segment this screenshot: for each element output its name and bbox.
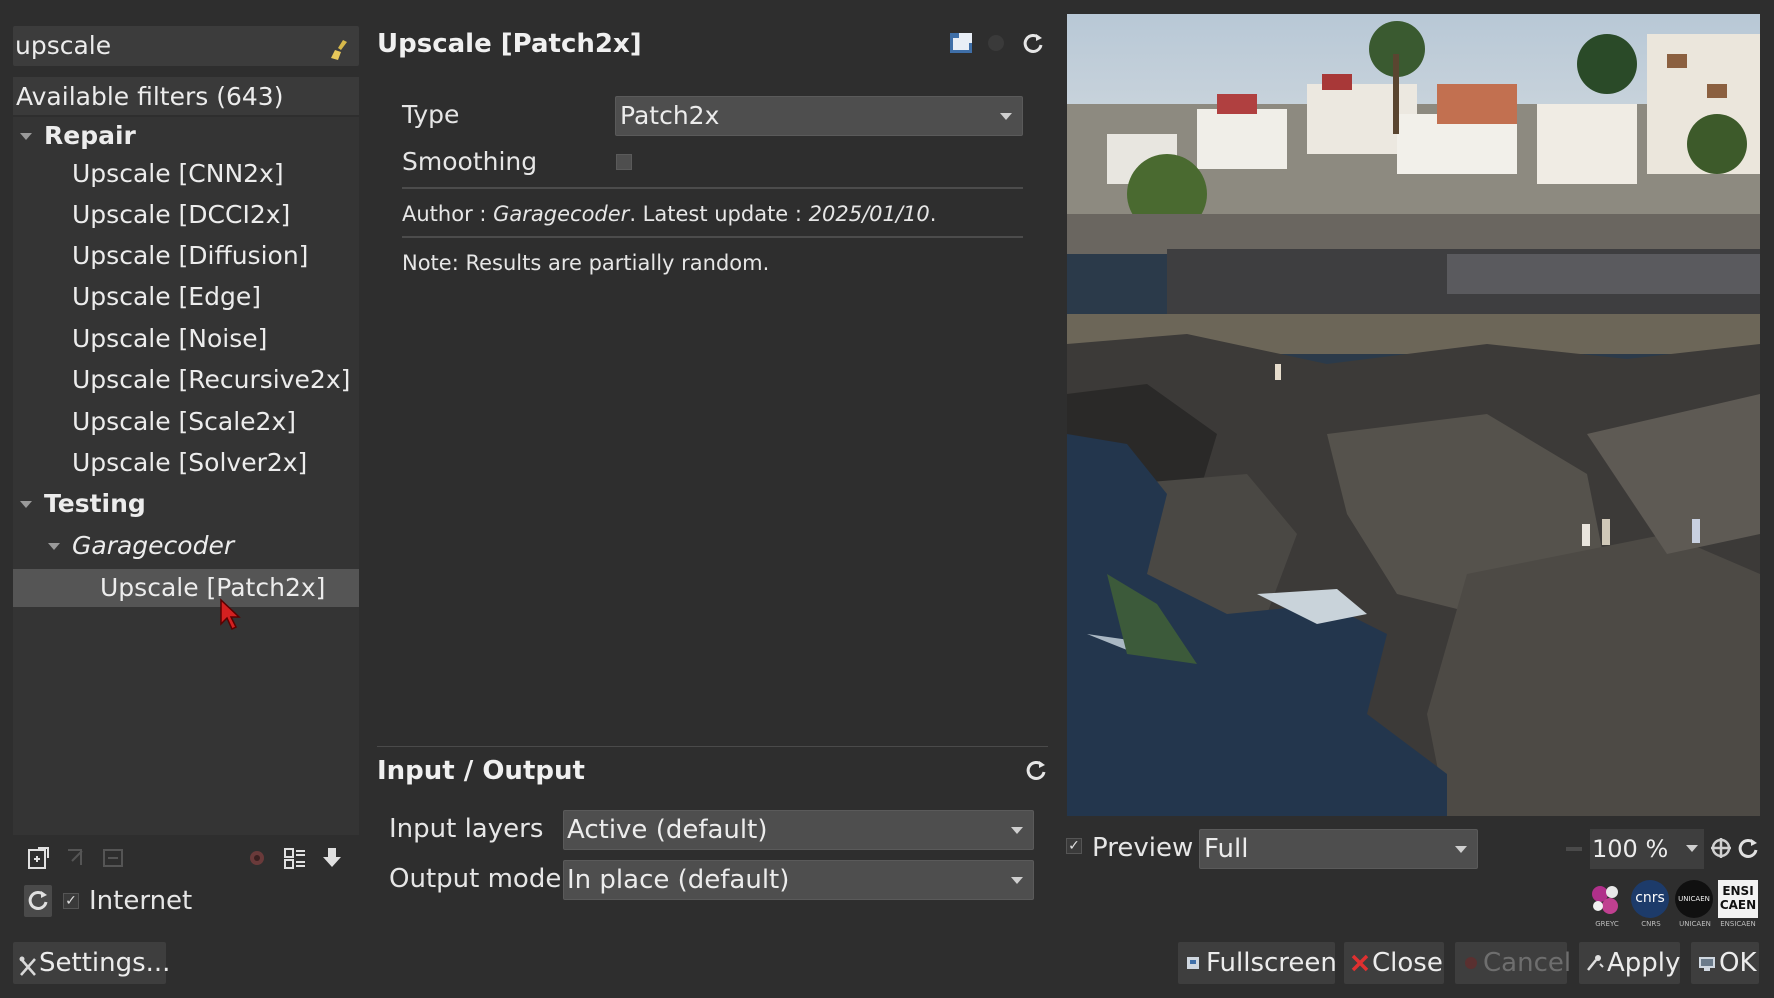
- tree-item-upscale-solver2x[interactable]: Upscale [Solver2x]: [13, 444, 359, 482]
- zoom-in-icon[interactable]: [1709, 836, 1733, 860]
- zoom-reset-icon[interactable]: [1736, 836, 1760, 860]
- type-select[interactable]: Patch2x: [615, 96, 1023, 136]
- tree-item-upscale-noise[interactable]: Upscale [Noise]: [13, 320, 359, 358]
- input-layers-select[interactable]: Active (default): [563, 810, 1034, 850]
- chevron-down-icon: [1011, 877, 1023, 884]
- tree-item-upscale-cnn2x[interactable]: Upscale [CNN2x]: [13, 155, 359, 193]
- update-date: 2025/01/10: [808, 202, 930, 226]
- chevron-down-icon: [1455, 846, 1467, 853]
- filter-search-input[interactable]: upscale: [13, 26, 359, 66]
- io-reset-icon[interactable]: [1023, 757, 1049, 783]
- remove-favorite-icon[interactable]: [63, 845, 89, 871]
- tree-item-upscale-dcci2x[interactable]: Upscale [DCCI2x]: [13, 196, 359, 234]
- filters-count-header: Available filters (643): [13, 77, 359, 115]
- internet-checkbox[interactable]: ✓: [63, 893, 79, 909]
- settings-label: Settings...: [39, 948, 171, 978]
- zoom-out-icon[interactable]: [1563, 838, 1585, 860]
- cnrs-caption: CNRS: [1641, 920, 1661, 928]
- chevron-down-icon[interactable]: [20, 501, 32, 508]
- output-mode-select[interactable]: In place (default): [563, 860, 1034, 900]
- chevron-down-icon[interactable]: [20, 133, 32, 140]
- close-button[interactable]: Close: [1344, 942, 1444, 984]
- apply-button[interactable]: Apply: [1579, 942, 1680, 984]
- ok-icon: [1697, 952, 1717, 974]
- zoom-dropdown[interactable]: [1680, 829, 1704, 869]
- zoom-level-field[interactable]: 100 %: [1590, 829, 1680, 869]
- add-favorite-icon[interactable]: [26, 845, 52, 871]
- chevron-down-icon: [1011, 827, 1023, 834]
- copy-to-clipboard-icon[interactable]: [948, 30, 974, 56]
- filter-tree[interactable]: Repair Upscale [CNN2x] Upscale [DCCI2x] …: [13, 117, 359, 835]
- input-layers-value: Active (default): [567, 815, 768, 845]
- search-text: upscale: [15, 31, 112, 60]
- smoothing-label: Smoothing: [402, 147, 538, 176]
- greyc-caption: GREYC: [1595, 920, 1619, 928]
- cancel-icon: [1461, 952, 1481, 974]
- preview-label: Preview: [1092, 833, 1194, 863]
- tools-icon: [18, 951, 38, 976]
- fullscreen-button[interactable]: Fullscreen: [1178, 942, 1337, 984]
- close-label: Close: [1372, 948, 1443, 978]
- tree-item-upscale-scale2x[interactable]: Upscale [Scale2x]: [13, 403, 359, 441]
- favorite-icon[interactable]: [983, 30, 1009, 56]
- tree-item-upscale-edge[interactable]: Upscale [Edge]: [13, 278, 359, 316]
- filter-title: Upscale [Patch2x]: [377, 29, 642, 59]
- clear-search-icon[interactable]: [329, 34, 349, 60]
- unicaen-caption: UNICAEN: [1679, 920, 1711, 928]
- output-mode-label: Output mode: [389, 864, 562, 894]
- apply-icon: [1585, 952, 1605, 974]
- apply-label: Apply: [1607, 948, 1681, 978]
- internet-label: Internet: [89, 886, 193, 916]
- smoothing-checkbox[interactable]: [616, 154, 632, 170]
- tree-item-upscale-diffusion[interactable]: Upscale [Diffusion]: [13, 237, 359, 275]
- separator: [402, 236, 1023, 238]
- mouse-cursor-icon: [219, 598, 243, 632]
- tree-item-upscale-recursive2x[interactable]: Upscale [Recursive2x]: [13, 361, 359, 399]
- cancel-label: Cancel: [1483, 948, 1572, 978]
- author-info: Author : Garagecoder. Latest update : 20…: [402, 202, 937, 226]
- preview-checkbox[interactable]: ✓: [1066, 838, 1082, 854]
- preview-image[interactable]: [1067, 14, 1760, 816]
- input-layers-label: Input layers: [389, 814, 544, 844]
- ensicaen-caption: ENSICAEN: [1720, 920, 1756, 928]
- chevron-down-icon: [1686, 845, 1698, 852]
- author-name: Garagecoder: [493, 202, 630, 226]
- type-value: Patch2x: [620, 101, 720, 130]
- visibility-toggle-icon[interactable]: [245, 845, 271, 871]
- close-icon: [1350, 952, 1370, 974]
- refresh-filters-button[interactable]: [24, 885, 52, 917]
- fullscreen-icon: [1184, 952, 1204, 974]
- splitter-handle[interactable]: [377, 746, 1048, 747]
- rename-favorite-icon[interactable]: [100, 845, 126, 871]
- tree-subcategory-garagecoder[interactable]: Garagecoder: [13, 527, 359, 565]
- output-mode-value: In place (default): [567, 865, 790, 895]
- settings-button[interactable]: Settings...: [13, 942, 170, 984]
- preview-mode-select[interactable]: Full: [1199, 829, 1478, 869]
- preview-mode-value: Full: [1204, 834, 1249, 864]
- fullscreen-label: Fullscreen: [1206, 948, 1337, 978]
- list-view-icon[interactable]: [282, 845, 308, 871]
- tree-item-upscale-patch2x[interactable]: Upscale [Patch2x]: [13, 569, 359, 607]
- reset-parameters-icon[interactable]: [1020, 30, 1046, 56]
- filter-note: Note: Results are partially random.: [402, 251, 770, 275]
- type-label: Type: [402, 100, 460, 129]
- io-section-title: Input / Output: [377, 756, 585, 786]
- ok-button[interactable]: OK: [1691, 942, 1759, 984]
- tree-category-repair[interactable]: Repair: [13, 117, 359, 155]
- tree-category-testing[interactable]: Testing: [13, 485, 359, 523]
- chevron-down-icon[interactable]: [48, 543, 60, 550]
- ok-label: OK: [1719, 948, 1757, 978]
- cancel-button[interactable]: Cancel: [1455, 942, 1571, 984]
- download-icon[interactable]: [319, 845, 345, 871]
- chevron-down-icon: [1000, 113, 1012, 120]
- separator: [402, 187, 1023, 189]
